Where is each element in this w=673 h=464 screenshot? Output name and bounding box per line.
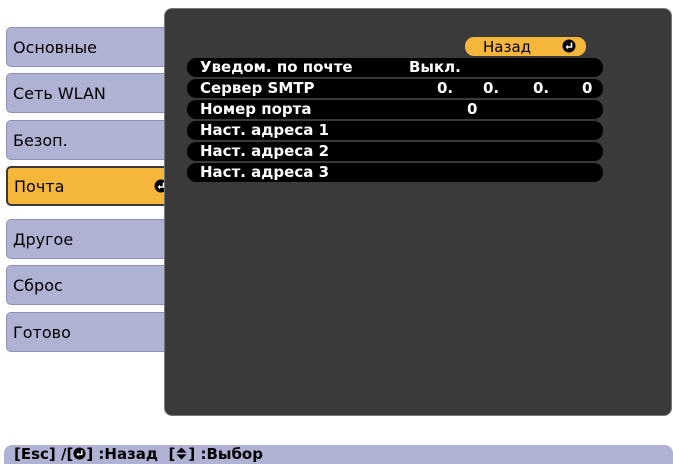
row-label: Наст. адреса 1 — [200, 121, 330, 139]
row-label: Номер порта — [200, 100, 312, 118]
tab-label: Сброс — [13, 275, 63, 295]
ip-octet-4: 0 — [582, 79, 593, 97]
row-mail-notification[interactable]: Уведом. по почте Выкл. — [187, 58, 603, 77]
back-button[interactable]: Назад — [465, 37, 586, 56]
row-value: Выкл. — [409, 58, 461, 76]
help-select: ] :Выбор — [188, 445, 263, 463]
tab-mail[interactable]: Почта — [6, 166, 176, 206]
settings-list: Уведом. по почте Выкл. Сервер SMTP 0. 0.… — [187, 58, 603, 184]
ip-octet-1: 0. — [437, 79, 454, 97]
ip-octet-3: 0. — [533, 79, 550, 97]
tab-label: Сеть WLAN — [13, 83, 106, 103]
tab-done[interactable]: Готово — [6, 312, 174, 352]
back-label: Назад — [483, 37, 532, 56]
tab-basic[interactable]: Основные — [6, 27, 174, 67]
row-address-3[interactable]: Наст. адреса 3 — [187, 163, 603, 182]
ip-octet-2: 0. — [483, 79, 500, 97]
help-esc: [Esc] /[ — [14, 445, 74, 463]
help-select-open: [ — [168, 445, 176, 463]
tab-wlan[interactable]: Сеть WLAN — [6, 73, 174, 113]
tab-label: Готово — [13, 322, 71, 342]
tab-reset[interactable]: Сброс — [6, 265, 174, 305]
row-value: 0 — [467, 100, 478, 118]
enter-icon — [73, 447, 86, 460]
row-label: Наст. адреса 2 — [200, 142, 330, 160]
up-down-arrow-icon — [176, 447, 187, 460]
tab-label: Другое — [13, 229, 74, 249]
tab-other[interactable]: Другое — [6, 219, 174, 259]
row-label: Уведом. по почте — [200, 58, 353, 76]
tab-label: Основные — [13, 37, 98, 57]
row-label: Сервер SMTP — [200, 79, 315, 97]
tab-label: Почта — [14, 176, 65, 196]
row-address-1[interactable]: Наст. адреса 1 — [187, 121, 603, 140]
help-bar: [Esc] /[ ] :Назад [ ] :Выбор — [4, 445, 673, 464]
enter-icon — [562, 39, 576, 53]
row-address-2[interactable]: Наст. адреса 2 — [187, 142, 603, 161]
row-port-number[interactable]: Номер порта 0 — [187, 100, 603, 119]
help-back: ] :Назад — [86, 445, 159, 463]
row-smtp-server[interactable]: Сервер SMTP 0. 0. 0. 0 — [187, 79, 603, 98]
row-label: Наст. адреса 3 — [200, 163, 330, 181]
tab-label: Безоп. — [13, 130, 68, 150]
tab-security[interactable]: Безоп. — [6, 120, 174, 160]
